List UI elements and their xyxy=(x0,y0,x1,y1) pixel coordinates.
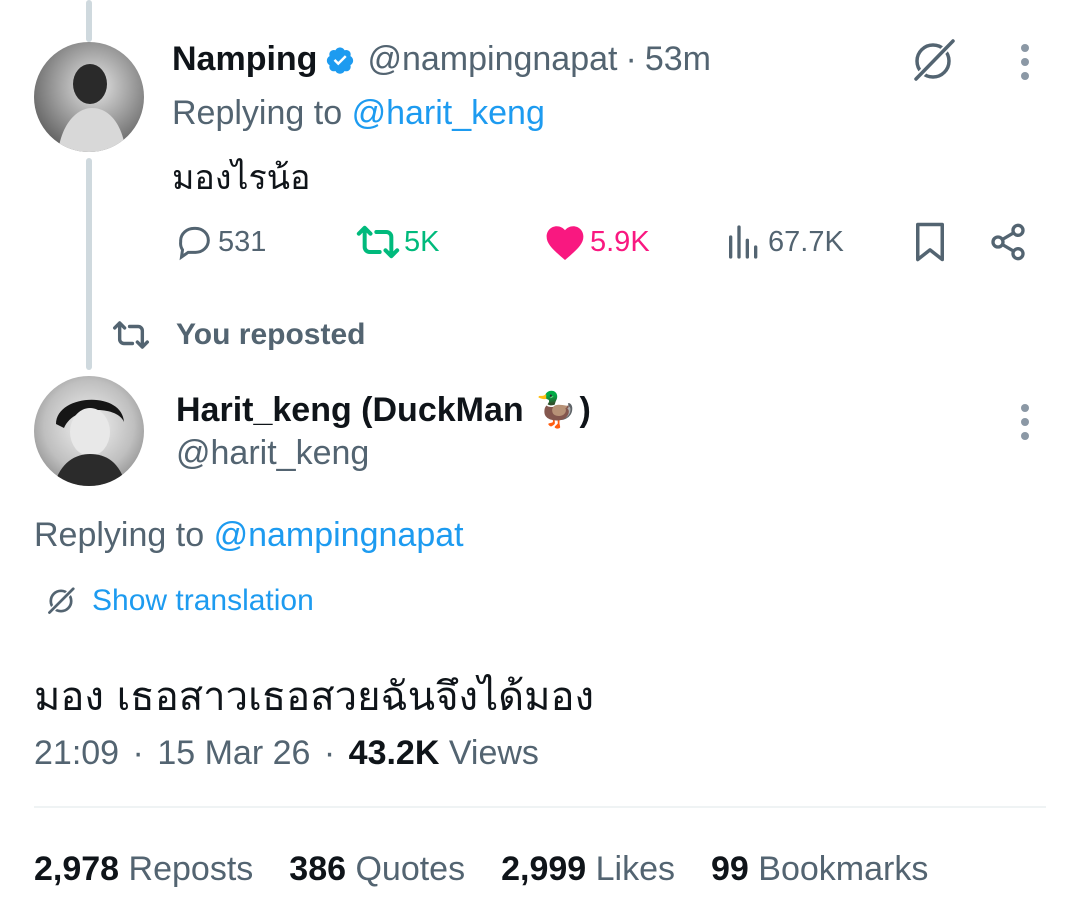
share-icon xyxy=(991,223,1025,261)
tweet1-header: Namping @nampingnapat · 53m xyxy=(172,40,711,79)
bookmarks-count: 99 xyxy=(711,850,749,888)
analytics-icon xyxy=(729,225,758,259)
reply-count: 531 xyxy=(218,225,267,258)
divider xyxy=(34,806,1046,808)
repost-icon xyxy=(356,225,400,259)
more-dot-icon xyxy=(1021,44,1029,52)
tweet2-time[interactable]: 21:09 xyxy=(34,734,119,772)
translate-icon xyxy=(46,586,76,616)
grok-button[interactable] xyxy=(906,34,960,88)
tweet2-display-name[interactable]: Harit_keng (DuckMan xyxy=(176,391,533,430)
avatar-silhouette-icon xyxy=(54,399,126,486)
tweet1-replying-line: Replying to @harit_keng xyxy=(172,94,545,133)
tweet2-replying-line: Replying to @nampingnapat xyxy=(34,516,464,555)
heart-icon xyxy=(546,226,584,261)
likes-label: Likes xyxy=(595,850,676,888)
tweet2-name-close: ) xyxy=(579,390,591,429)
more-dot-icon xyxy=(1021,58,1029,66)
tweet2-more-button[interactable] xyxy=(1020,404,1030,440)
bookmarks-label: Bookmarks xyxy=(758,850,929,888)
tweet1-replying-prefix: Replying to xyxy=(172,94,343,132)
tweet1-separator: · xyxy=(625,40,637,78)
more-dot-icon xyxy=(1021,404,1029,412)
like-button[interactable]: 5.9K xyxy=(544,222,650,262)
tweet2-replying-mention[interactable]: @nampingnapat xyxy=(214,516,464,554)
quotes-count: 386 xyxy=(289,850,347,888)
grok-icon xyxy=(912,38,956,83)
repost-button[interactable]: 5K xyxy=(356,222,439,262)
reply-icon xyxy=(179,226,210,261)
views-count: 67.7K xyxy=(768,225,844,258)
more-dot-icon xyxy=(1021,418,1029,426)
avatar-namping[interactable] xyxy=(34,42,144,152)
tweet2-text: มอง เธอสาวเธอสวยฉันจึงได้มอง xyxy=(34,674,595,720)
views-button[interactable]: 67.7K xyxy=(724,222,844,262)
tweet1-display-name[interactable]: Namping xyxy=(172,40,317,79)
quotes-stat[interactable]: 386 Quotes xyxy=(289,850,465,889)
bookmarks-stat[interactable]: 99 Bookmarks xyxy=(711,850,928,889)
meta-separator: · xyxy=(323,734,336,772)
repost-banner: You reposted xyxy=(112,318,365,352)
reposts-label: Reposts xyxy=(128,850,254,888)
tweet2-views-count: 43.2K xyxy=(348,734,440,772)
verified-badge-icon xyxy=(325,45,355,75)
show-translation-label: Show translation xyxy=(92,584,314,617)
reply-button[interactable]: 531 xyxy=(174,222,266,262)
bookmark-button[interactable] xyxy=(906,218,954,266)
likes-stat[interactable]: 2,999 Likes xyxy=(501,850,675,889)
like-count: 5.9K xyxy=(590,225,650,258)
bookmark-icon xyxy=(916,222,944,262)
avatar-harit-keng[interactable] xyxy=(34,376,144,486)
tweet2-meta: 21:09 · 15 Mar 26 · 43.2K Views xyxy=(34,734,539,773)
tweet2-replying-prefix: Replying to xyxy=(34,516,205,554)
repost-small-icon xyxy=(113,321,149,349)
repost-banner-text: You reposted xyxy=(176,318,366,351)
tweet1-handle[interactable]: @nampingnapat xyxy=(367,40,617,79)
more-dot-icon xyxy=(1021,432,1029,440)
tweet2-date[interactable]: 15 Mar 26 xyxy=(157,734,310,772)
reposts-count: 2,978 xyxy=(34,850,120,888)
tweet1-time[interactable]: 53m xyxy=(645,40,711,79)
engagement-counts: 2,978 Reposts 386 Quotes 2,999 Likes 99 … xyxy=(34,850,928,889)
thread-line-top xyxy=(86,0,92,42)
duck-emoji-icon: 🦆 xyxy=(535,390,578,430)
reposts-stat[interactable]: 2,978 Reposts xyxy=(34,850,253,889)
tweet1-more-button[interactable] xyxy=(1020,44,1030,80)
tweet2-handle[interactable]: @harit_keng xyxy=(176,434,369,473)
avatar-silhouette-icon xyxy=(58,64,126,152)
tweet2-name-line: Harit_keng (DuckMan 🦆 ) xyxy=(176,390,591,430)
likes-count: 2,999 xyxy=(501,850,587,888)
tweet1-replying-mention[interactable]: @harit_keng xyxy=(352,94,545,132)
thread-line-connector xyxy=(86,158,92,370)
more-dot-icon xyxy=(1021,72,1029,80)
meta-separator: · xyxy=(132,734,144,772)
show-translation-button[interactable]: Show translation xyxy=(44,584,314,618)
repost-count: 5K xyxy=(404,225,440,258)
share-button[interactable] xyxy=(984,218,1032,266)
tweet1-text: มองไรน้อ xyxy=(172,158,311,198)
quotes-label: Quotes xyxy=(355,850,466,888)
tweet2-views-label: Views xyxy=(448,734,539,772)
